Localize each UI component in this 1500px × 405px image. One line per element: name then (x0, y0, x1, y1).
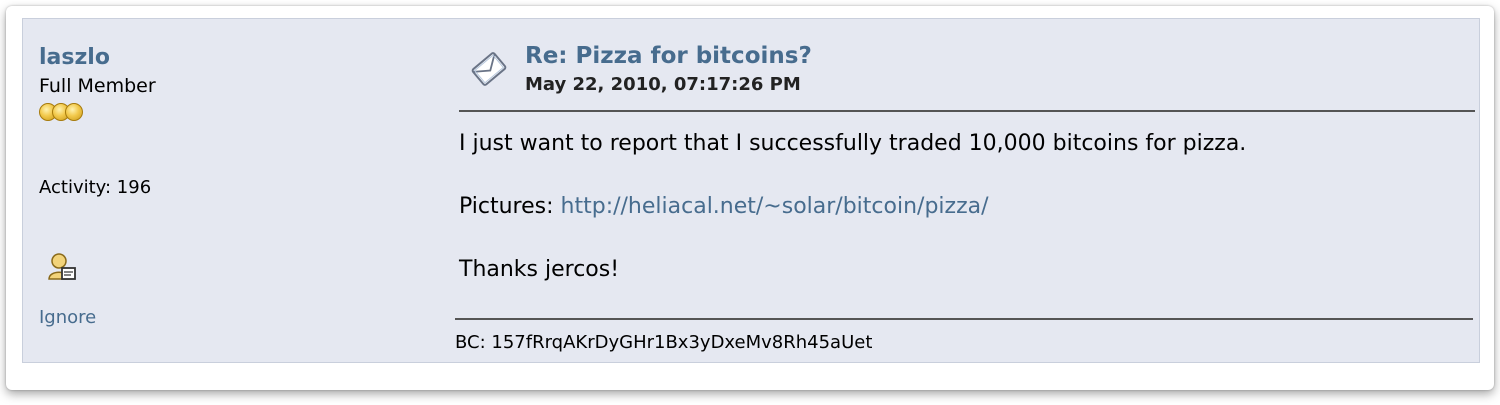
post-body-line: I just want to report that I successfull… (459, 131, 1247, 156)
star-icon (65, 103, 83, 121)
poster-username-link[interactable]: laszlo (39, 45, 110, 70)
profile-icon[interactable] (47, 251, 79, 283)
forum-post: laszlo Full Member Activity: 196 Ignore (22, 18, 1480, 363)
pictures-link[interactable]: http://heliacal.net/~solar/bitcoin/pizza… (561, 194, 989, 219)
header-divider (459, 110, 1475, 112)
post-body-line: Thanks jercos! (459, 257, 620, 282)
post-date: May 22, 2010, 07:17:26 PM (525, 74, 801, 95)
post-subject-link[interactable]: Re: Pizza for bitcoins? (525, 43, 812, 69)
ignore-link[interactable]: Ignore (39, 307, 96, 328)
post-signature: BC: 157fRrqAKrDyGHr1Bx3yDxeMv8Rh45aUet (455, 332, 873, 353)
pictures-label: Pictures: (459, 194, 561, 219)
screenshot-frame: laszlo Full Member Activity: 196 Ignore (6, 6, 1494, 390)
rank-stars (39, 103, 83, 125)
poster-rank: Full Member (39, 75, 156, 97)
post-body-pictures: Pictures: http://heliacal.net/~solar/bit… (459, 194, 989, 219)
poster-info: laszlo Full Member Activity: 196 Ignore (39, 19, 439, 359)
signature-divider (455, 318, 1473, 320)
poster-activity: Activity: 196 (39, 177, 152, 198)
post-content: Re: Pizza for bitcoins? May 22, 2010, 07… (455, 19, 1477, 359)
message-icon (471, 52, 507, 86)
